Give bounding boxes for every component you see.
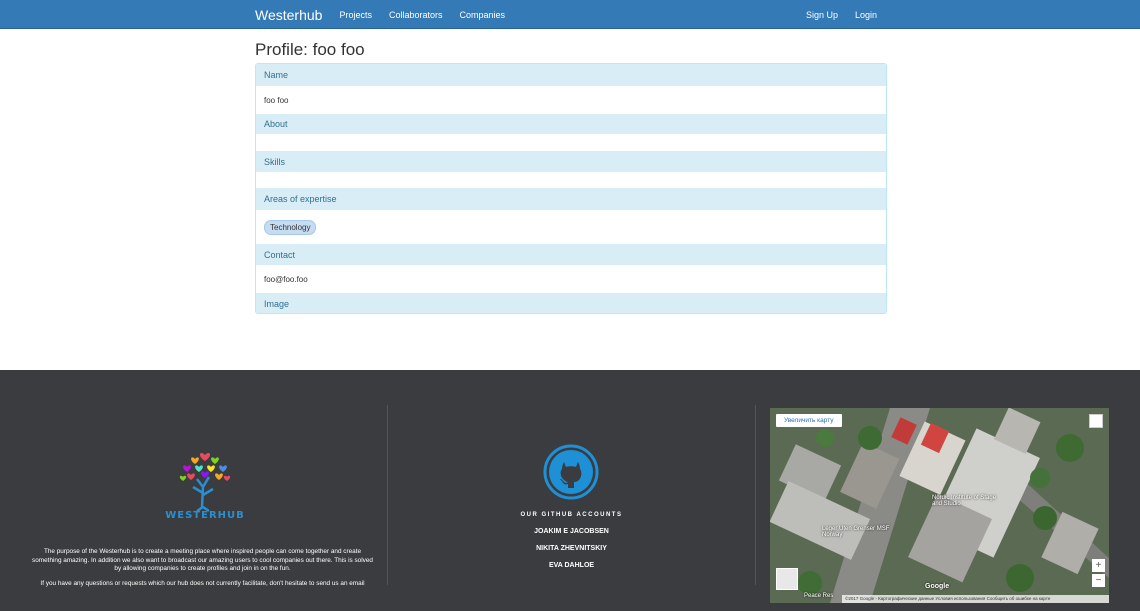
page-title: Profile: foo foo <box>255 40 365 59</box>
github-icon[interactable] <box>543 444 599 500</box>
about-heading: About <box>256 114 886 134</box>
profile-panel: Name foo foo About Skills Areas of exper… <box>255 63 887 314</box>
logo-text: WESTERHUB <box>165 510 245 521</box>
about-body <box>256 134 886 151</box>
tree-icon <box>179 452 231 513</box>
github-account-1[interactable]: JOAKIM E JACOBSEN <box>388 528 755 535</box>
nav-link-companies[interactable]: Companies <box>460 10 506 20</box>
nav-link-login[interactable]: Login <box>855 10 877 20</box>
name-value: foo foo <box>256 86 886 114</box>
navbar-inner: Westerhub Projects Collaborators Compani… <box>255 0 885 29</box>
github-account-3[interactable]: EVA DAHLOE <box>388 562 755 569</box>
map-zoom-out-button[interactable]: − <box>1092 574 1105 587</box>
brand-link[interactable]: Westerhub <box>255 7 322 23</box>
footer: WESTERHUB The purpose of the Westerhub i… <box>0 370 1140 611</box>
footer-divider-1 <box>387 405 388 585</box>
map-attribution[interactable]: ©2017 Google - Картографические данные У… <box>842 595 1109 603</box>
map-label-msf: Leger Uten Grenser MSF Norway <box>822 526 890 538</box>
pegman-icon[interactable] <box>1089 414 1103 428</box>
map-label-peace: Peace Res <box>804 593 834 599</box>
nav-right: Sign Up Login <box>789 10 885 20</box>
google-logo: Google <box>925 583 950 590</box>
expertise-body: Technology <box>256 210 886 244</box>
map-zoom-in-button[interactable]: + <box>1092 559 1105 572</box>
footer-divider-2 <box>755 405 756 585</box>
image-heading: Image <box>256 293 886 313</box>
contact-value: foo@foo.foo <box>256 265 886 293</box>
nav-link-projects[interactable]: Projects <box>339 10 372 20</box>
github-account-2[interactable]: NIKITA ZHEVNITSKIY <box>388 545 755 552</box>
skills-heading: Skills <box>256 151 886 172</box>
map-label-nordic: Nordic Institute of Stage and Studio <box>932 495 997 507</box>
google-map[interactable]: Увеличить карту Nordic Institute of Stag… <box>770 408 1109 603</box>
contact-heading: Contact <box>256 244 886 265</box>
footer-contact-note: If you have any questions or requests wh… <box>40 580 365 587</box>
skills-body <box>256 172 886 188</box>
github-title: OUR GITHUB ACCOUNTS <box>520 512 623 518</box>
expertise-tag: Technology <box>264 219 317 235</box>
map-type-toggle[interactable] <box>776 568 798 590</box>
nav-link-signup[interactable]: Sign Up <box>806 10 838 20</box>
nav-link-collaborators[interactable]: Collaborators <box>389 10 443 20</box>
navbar: Westerhub Projects Collaborators Compani… <box>0 0 1140 29</box>
footer-description: The purpose of the Westerhub is to creat… <box>32 548 373 573</box>
expertise-heading: Areas of expertise <box>256 188 886 210</box>
name-heading: Name <box>256 64 886 86</box>
map-enlarge-button[interactable]: Увеличить карту <box>776 414 842 427</box>
